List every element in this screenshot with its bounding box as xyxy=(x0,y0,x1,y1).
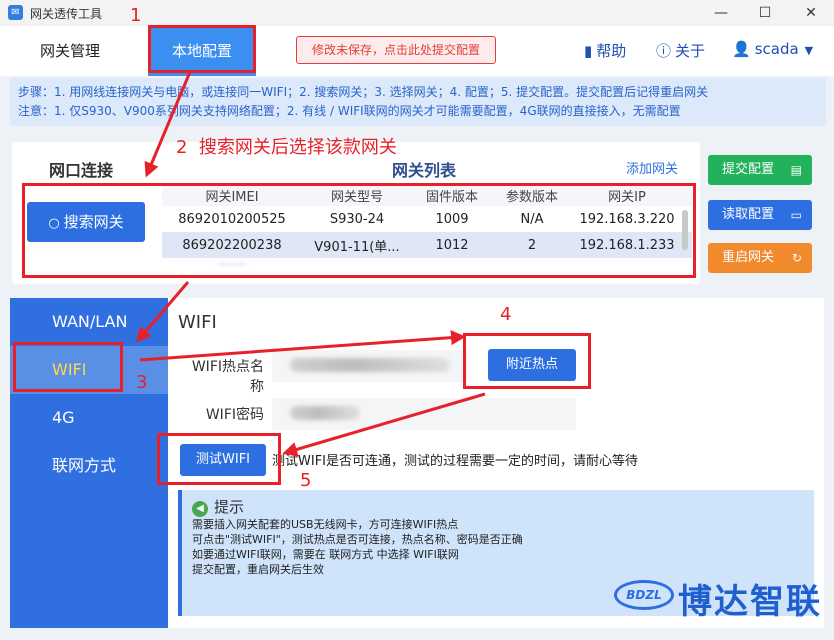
annotation-box-5 xyxy=(157,433,281,485)
close-button[interactable]: ✕ xyxy=(796,2,826,24)
annotation-number-4: 4 xyxy=(500,304,512,325)
steps-line: 步骤：1. 用网线连接网关与电脑，或连接同一WIFI；2. 搜索网关；3. 选择… xyxy=(18,85,709,99)
info-icon: ⓘ xyxy=(656,42,672,60)
annotation-box-3 xyxy=(13,342,123,392)
ssid-label: WIFI热点名称 xyxy=(191,359,264,395)
password-value-blurred xyxy=(290,406,360,420)
annotation-box-4 xyxy=(463,333,591,389)
ssid-input[interactable] xyxy=(272,350,468,382)
minimize-button[interactable]: — xyxy=(706,2,736,24)
tip-line: 需要插入网关配套的USB无线网卡，方可连接WIFI热点 xyxy=(192,518,459,531)
gateway-list-title: 网关列表 xyxy=(392,161,457,180)
brand-logo: BDZL xyxy=(614,580,674,610)
menu-item-network-mode[interactable]: 联网方式 xyxy=(10,442,168,490)
megaphone-icon: ◀ xyxy=(192,501,208,517)
annotation-label-2: 2 搜索网关后选择该款网关 xyxy=(176,137,397,158)
steps-notice: 步骤：1. 用网线连接网关与电脑，或连接同一WIFI；2. 搜索网关；3. 选择… xyxy=(10,78,826,126)
read-config-button[interactable]: 读取配置 ▭ xyxy=(708,200,812,230)
title-bar: ✉ 网关透传工具 — ☐ ✕ xyxy=(0,0,834,26)
brand-watermark: BDZL 博达智联 xyxy=(614,572,824,624)
ssid-value-blurred xyxy=(290,358,450,372)
user-menu[interactable]: 👤 scada ▼ xyxy=(732,40,813,58)
brand-name: 博达智联 xyxy=(678,582,822,622)
unsaved-notice-button[interactable]: 修改未保存，点击此处提交配置 xyxy=(296,36,496,64)
password-input[interactable] xyxy=(272,398,576,430)
notes-line: 注意：1. 仅S930、V900系列网关支持网络配置；2. 有线 / WIFI联… xyxy=(18,104,681,118)
annotation-number-3: 3 xyxy=(136,372,148,393)
maximize-button[interactable]: ☐ xyxy=(750,2,780,24)
app-header: 网关管理 本地配置 修改未保存，点击此处提交配置 ▮ 帮助 ⓘ 关于 👤 scada ▼ xyxy=(0,26,834,76)
restart-gateway-button[interactable]: 重启网关 ↻ xyxy=(708,243,812,273)
book-icon: ▮ xyxy=(584,42,593,60)
annotation-box-2 xyxy=(22,183,696,278)
app-icon: ✉ xyxy=(8,5,23,20)
page-title: WIFI xyxy=(178,312,217,333)
network-port-title: 网口连接 xyxy=(49,161,114,180)
annotation-number-1: 1 xyxy=(130,5,142,26)
chevron-down-icon: ▼ xyxy=(804,44,814,57)
save-icon: ▤ xyxy=(790,163,802,177)
about-link[interactable]: ⓘ 关于 xyxy=(656,40,705,61)
tab-gateway-management[interactable]: 网关管理 xyxy=(20,26,120,76)
tip-header: ◀ 提示 xyxy=(192,496,814,517)
test-wifi-description: 测试WIFI是否可连通，测试的过程需要一定的时间，请耐心等待 xyxy=(272,454,638,469)
user-icon: 👤 xyxy=(732,40,751,58)
tip-line: 可点击"测试WIFI"，测试热点是否可连接，热点名称、密码是否正确 xyxy=(192,533,523,546)
tip-line: 如要通过WIFI联网，需要在 联网方式 中选择 WIFI联网 xyxy=(192,548,459,561)
folder-icon: ▭ xyxy=(790,208,802,222)
menu-item-4g[interactable]: 4G xyxy=(10,394,168,442)
annotation-number-5: 5 xyxy=(300,470,312,491)
submit-config-button[interactable]: 提交配置 ▤ xyxy=(708,155,812,185)
window-title: 网关透传工具 xyxy=(30,7,103,21)
refresh-icon: ↻ xyxy=(791,251,802,265)
add-gateway-link[interactable]: 添加网关 xyxy=(626,158,678,177)
menu-item-wan-lan[interactable]: WAN/LAN xyxy=(10,298,168,346)
password-label: WIFI密码 xyxy=(205,407,264,423)
help-link[interactable]: ▮ 帮助 xyxy=(584,40,626,61)
annotation-box-1 xyxy=(148,25,256,73)
